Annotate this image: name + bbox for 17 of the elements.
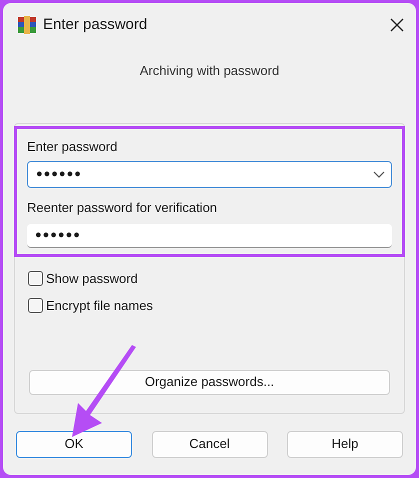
checkbox[interactable] [28,270,43,286]
dialog-button[interactable]: OK [16,430,132,458]
password-field[interactable]: ●●●●●● [27,224,392,248]
dialog-button[interactable]: Help [287,430,403,458]
checkbox[interactable] [28,298,43,314]
window-title: Enter password [43,14,148,35]
checkbox-label[interactable]: Show password [46,268,138,288]
dialog-button[interactable]: Cancel [152,430,268,458]
organize-passwords-button[interactable]: Organize passwords... [29,370,390,394]
close-icon[interactable] [390,18,404,32]
checkbox-label[interactable]: Encrypt file names [46,296,153,316]
field-label: Reenter password for verification [27,199,218,217]
dialog-subtitle: Archiving with password [140,62,280,80]
field-label: Enter password [27,138,118,156]
archive-app-icon [17,15,37,35]
password-dropdown[interactable]: ●●●●●● [27,161,392,188]
chevron-down-icon[interactable] [373,170,385,178]
